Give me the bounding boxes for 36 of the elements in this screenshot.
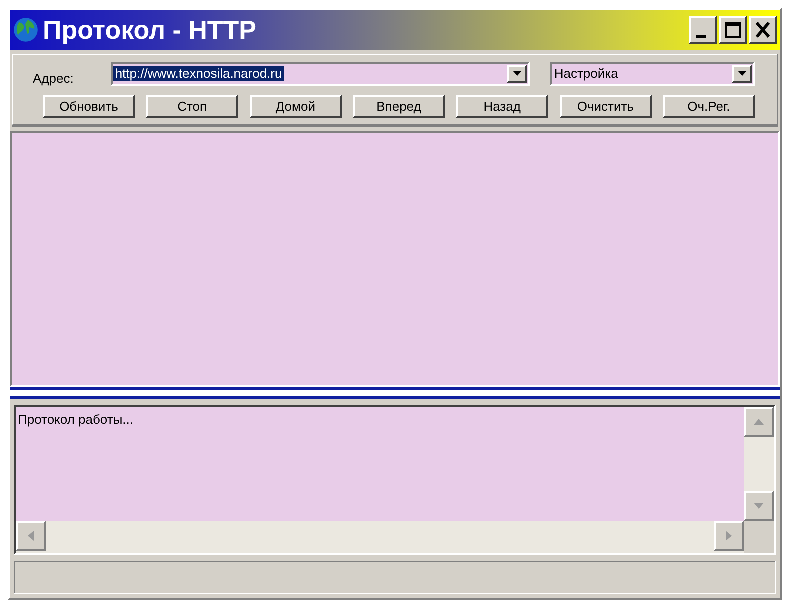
maximize-icon	[723, 20, 743, 40]
up-arrow-icon	[754, 419, 764, 425]
scroll-down-button[interactable]	[744, 491, 774, 521]
vertical-scrollbar[interactable]	[744, 407, 774, 521]
caret-icon	[738, 71, 746, 76]
maximize-button[interactable]	[719, 16, 747, 44]
toolbar-button[interactable]: Стоп	[146, 95, 238, 118]
horizontal-scrollbar[interactable]	[16, 521, 744, 553]
caret-icon	[512, 71, 522, 76]
splitter[interactable]	[10, 387, 780, 399]
down-arrow-icon	[754, 503, 764, 509]
toolbar-button[interactable]: Очистить	[560, 95, 652, 118]
toolbar-button[interactable]: Обновить	[43, 95, 135, 118]
close-icon	[753, 20, 773, 40]
toolbar-button[interactable]: Оч.Рег.	[662, 95, 755, 118]
left-arrow-icon	[28, 531, 34, 541]
window-title: Протокол - HTTP	[43, 14, 258, 46]
settings-dropdown[interactable]: Настройка	[550, 62, 755, 86]
dropdown-button[interactable]	[507, 64, 528, 82]
scroll-up-button[interactable]	[744, 407, 774, 437]
scroll-left-button[interactable]	[16, 521, 46, 551]
address-field[interactable]: http://www.texnosila.narod.ru	[111, 62, 530, 86]
minimize-button[interactable]	[689, 16, 717, 44]
scroll-right-button[interactable]	[714, 521, 744, 551]
toolbar-button[interactable]: Вперед	[352, 95, 445, 118]
log-text: Протокол работы...	[18, 412, 134, 427]
settings-value: Настройка	[553, 66, 620, 81]
address-label: Адрес:	[33, 71, 75, 86]
minimize-icon	[696, 34, 706, 38]
dropdown-button[interactable]	[732, 64, 752, 82]
globe-icon	[13, 17, 39, 43]
toolbar-button[interactable]: Назад	[456, 95, 548, 118]
toolbar-button[interactable]: Домой	[250, 95, 342, 118]
right-arrow-icon	[726, 531, 732, 541]
address-value: http://www.texnosila.narod.ru	[113, 66, 284, 81]
close-button[interactable]	[749, 16, 777, 44]
